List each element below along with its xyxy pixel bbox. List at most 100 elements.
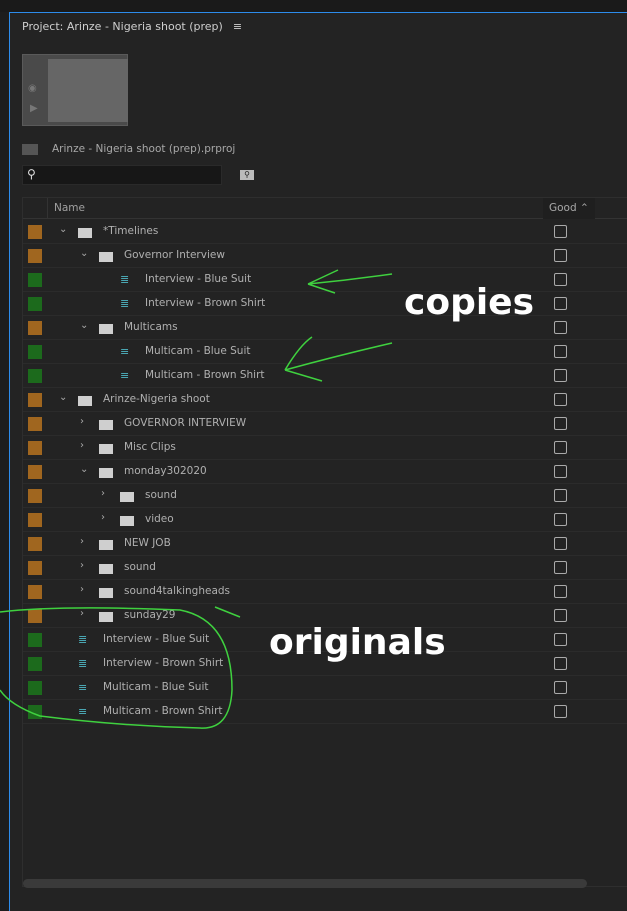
folder-icon [99, 468, 113, 478]
label-color-swatch[interactable] [28, 585, 42, 599]
good-checkbox[interactable] [554, 273, 567, 286]
folder-icon [120, 516, 134, 526]
folder-icon [99, 420, 113, 430]
label-color-swatch[interactable] [28, 441, 42, 455]
chevron-right-icon[interactable]: › [80, 608, 84, 619]
good-checkbox[interactable] [554, 369, 567, 382]
project-file-name: Arinze - Nigeria shoot (prep).prproj [52, 143, 236, 155]
good-checkbox[interactable] [554, 657, 567, 670]
sort-ascending-icon: ⌃ [580, 202, 589, 214]
good-checkbox[interactable] [554, 537, 567, 550]
table-row[interactable]: › sound4talkingheads [23, 580, 627, 604]
good-checkbox[interactable] [554, 633, 567, 646]
chevron-down-icon[interactable]: ⌄ [59, 392, 67, 403]
item-name: video [145, 513, 174, 525]
chevron-down-icon[interactable]: ⌄ [80, 464, 88, 475]
column-header-good[interactable]: Good ⌃ [543, 198, 595, 219]
column-good-label: Good [549, 202, 577, 214]
good-checkbox[interactable] [554, 297, 567, 310]
chevron-down-icon[interactable]: ⌄ [80, 320, 88, 331]
folder-icon [99, 612, 113, 622]
table-row[interactable]: ≣ Interview - Blue Suit [23, 268, 627, 292]
chevron-right-icon[interactable]: › [80, 440, 84, 451]
good-checkbox[interactable] [554, 417, 567, 430]
table-row[interactable]: › GOVERNOR INTERVIEW [23, 412, 627, 436]
label-color-swatch[interactable] [28, 225, 42, 239]
good-checkbox[interactable] [554, 249, 567, 262]
label-color-swatch[interactable] [28, 297, 42, 311]
search-input[interactable]: ⚲ [22, 165, 222, 185]
chevron-right-icon[interactable]: › [80, 536, 84, 547]
table-row[interactable]: › video [23, 508, 627, 532]
good-checkbox[interactable] [554, 489, 567, 502]
good-checkbox[interactable] [554, 585, 567, 598]
folder-icon [99, 252, 113, 262]
table-row[interactable]: › sound [23, 556, 627, 580]
play-icon[interactable]: ▶ [30, 103, 38, 114]
table-row[interactable]: ⌄ Governor Interview [23, 244, 627, 268]
good-checkbox[interactable] [554, 225, 567, 238]
label-color-swatch[interactable] [28, 657, 42, 671]
table-row[interactable]: ⌄ monday302020 [23, 460, 627, 484]
table-row[interactable]: ⌄ *Timelines [23, 220, 627, 244]
folder-icon [120, 492, 134, 502]
label-color-swatch[interactable] [28, 273, 42, 287]
label-color-swatch[interactable] [28, 249, 42, 263]
label-color-swatch[interactable] [28, 681, 42, 695]
column-header-name[interactable]: Name [54, 202, 85, 214]
good-checkbox[interactable] [554, 609, 567, 622]
table-row[interactable]: ≣ Interview - Brown Shirt [23, 292, 627, 316]
chevron-right-icon[interactable]: › [101, 488, 105, 499]
folder-icon [78, 396, 92, 406]
label-color-swatch[interactable] [28, 537, 42, 551]
label-color-swatch[interactable] [28, 321, 42, 335]
folder-icon [99, 444, 113, 454]
label-color-swatch[interactable] [28, 705, 42, 719]
label-color-swatch[interactable] [28, 489, 42, 503]
preview-thumbnail: ◉ ▶ [22, 54, 128, 126]
find-button[interactable]: ⚲ [240, 170, 254, 180]
table-row[interactable]: ≡ Multicam - Brown Shirt [23, 364, 627, 388]
good-checkbox[interactable] [554, 393, 567, 406]
table-row[interactable]: ⌄ Arinze-Nigeria shoot [23, 388, 627, 412]
label-color-swatch[interactable] [28, 345, 42, 359]
chevron-right-icon[interactable]: › [101, 512, 105, 523]
chevron-right-icon[interactable]: › [80, 560, 84, 571]
good-checkbox[interactable] [554, 465, 567, 478]
label-color-swatch[interactable] [28, 633, 42, 647]
label-color-swatch[interactable] [28, 609, 42, 623]
label-color-swatch[interactable] [28, 417, 42, 431]
label-color-swatch[interactable] [28, 561, 42, 575]
good-checkbox[interactable] [554, 681, 567, 694]
label-color-swatch[interactable] [28, 513, 42, 527]
good-checkbox[interactable] [554, 345, 567, 358]
table-row[interactable]: › NEW JOB [23, 532, 627, 556]
hamburger-icon[interactable]: ≡ [233, 20, 242, 33]
table-row[interactable]: ≡ Multicam - Blue Suit [23, 676, 627, 700]
label-color-swatch[interactable] [28, 369, 42, 383]
table-row[interactable]: ⌄ Multicams [23, 316, 627, 340]
table-row[interactable]: › sound [23, 484, 627, 508]
good-checkbox[interactable] [554, 321, 567, 334]
chevron-down-icon[interactable]: ⌄ [80, 248, 88, 259]
project-file-icon [22, 143, 38, 155]
top-bar [0, 0, 627, 12]
label-color-swatch[interactable] [28, 393, 42, 407]
multicam-sequence-icon: ≡ [120, 345, 130, 358]
good-checkbox[interactable] [554, 561, 567, 574]
camera-icon[interactable]: ◉ [28, 83, 37, 94]
good-checkbox[interactable] [554, 441, 567, 454]
chevron-down-icon[interactable]: ⌄ [59, 224, 67, 235]
label-color-swatch[interactable] [28, 465, 42, 479]
sequence-icon: ≣ [120, 297, 130, 310]
chevron-right-icon[interactable]: › [80, 584, 84, 595]
horizontal-scrollbar[interactable] [23, 879, 587, 888]
table-row[interactable]: ≡ Multicam - Blue Suit [23, 340, 627, 364]
chevron-right-icon[interactable]: › [80, 416, 84, 427]
good-checkbox[interactable] [554, 705, 567, 718]
table-row[interactable]: ≡ Multicam - Brown Shirt [23, 700, 627, 724]
table-row[interactable]: › Misc Clips [23, 436, 627, 460]
item-name: sound4talkingheads [124, 585, 231, 597]
panel-title[interactable]: Project: Arinze - Nigeria shoot (prep) ≡ [22, 20, 242, 33]
good-checkbox[interactable] [554, 513, 567, 526]
